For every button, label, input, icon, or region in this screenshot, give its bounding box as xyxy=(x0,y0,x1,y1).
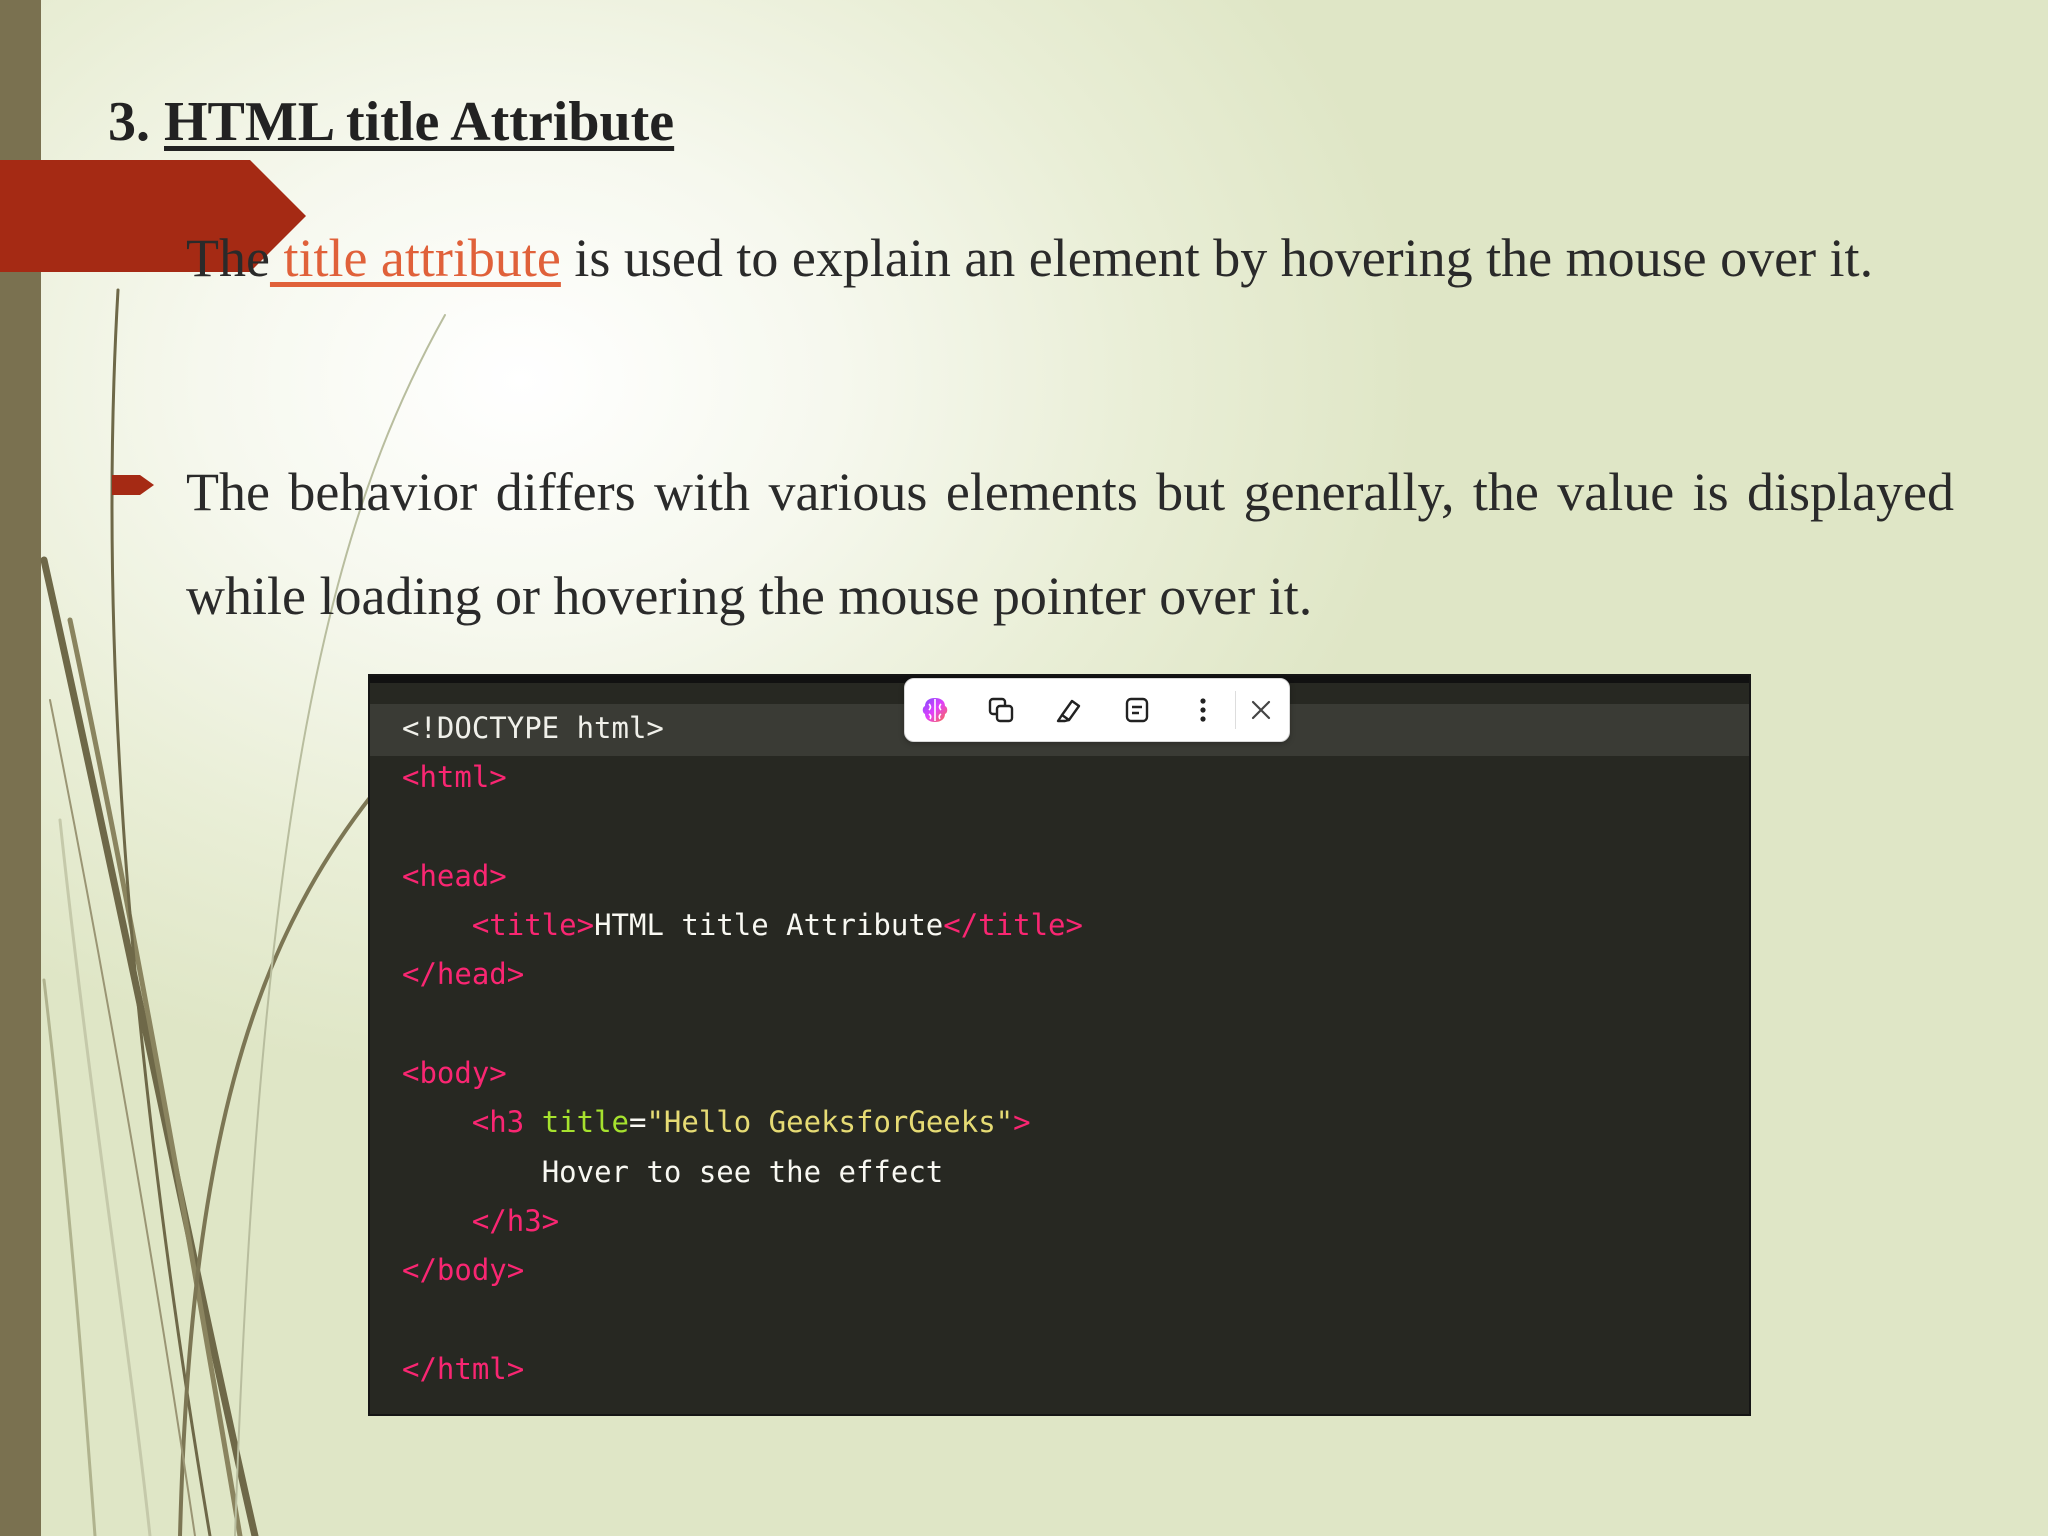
paragraph-lead: The xyxy=(186,228,270,288)
more-vertical-icon[interactable] xyxy=(1185,692,1221,728)
note-icon[interactable] xyxy=(1119,692,1155,728)
code-h3-bracket: > xyxy=(1013,1105,1031,1140)
heading-title: HTML title Attribute xyxy=(164,91,675,153)
code-title-close: </title> xyxy=(943,908,1083,943)
code-h3-open: <h3 xyxy=(471,1105,542,1140)
code-h3-content: Hover to see the effect xyxy=(541,1154,944,1189)
paragraph-behavior: The behavior differs with various elemen… xyxy=(186,462,1954,626)
paragraph-rest: is used to explain an element by hoverin… xyxy=(560,228,1874,288)
code-block: <!DOCTYPE html> <html> <head> <title>HTM… xyxy=(402,704,1083,1394)
code-screenshot: <!DOCTYPE html> <html> <head> <title>HTM… xyxy=(370,676,1749,1414)
toolbar-divider xyxy=(1235,691,1236,729)
code-line-doctype: <!DOCTYPE html> xyxy=(402,711,664,745)
code-h3-attr: title xyxy=(541,1105,629,1140)
bullet-arrow-icon xyxy=(112,475,154,495)
code-line-body-close: </body> xyxy=(402,1253,525,1288)
code-h3-value: "Hello GeeksforGeeks" xyxy=(646,1105,1014,1140)
code-line-body-open: <body> xyxy=(402,1056,507,1091)
heading-number: 3. xyxy=(108,91,164,153)
close-icon[interactable] xyxy=(1243,692,1279,728)
code-h3-close: </h3> xyxy=(471,1203,560,1238)
code-line-head-open: <head> xyxy=(402,858,507,893)
slide-heading: 3. HTML title Attribute xyxy=(108,90,674,154)
code-h3-eq: = xyxy=(629,1105,647,1140)
code-line-head-close: </head> xyxy=(402,957,525,992)
code-line-html-close: </html> xyxy=(402,1351,525,1386)
floating-image-toolbar xyxy=(904,678,1290,742)
title-attribute-link[interactable]: title attribute xyxy=(270,228,560,288)
highlighter-icon[interactable] xyxy=(1051,692,1087,728)
code-line-html-open: <html> xyxy=(402,760,507,795)
code-title-text: HTML title Attribute xyxy=(594,908,944,943)
brain-ai-icon[interactable] xyxy=(917,692,953,728)
code-title-open: <title> xyxy=(471,908,595,943)
paragraph-title-attribute: The title attribute is used to explain a… xyxy=(186,206,1954,310)
copy-icon[interactable] xyxy=(983,692,1019,728)
